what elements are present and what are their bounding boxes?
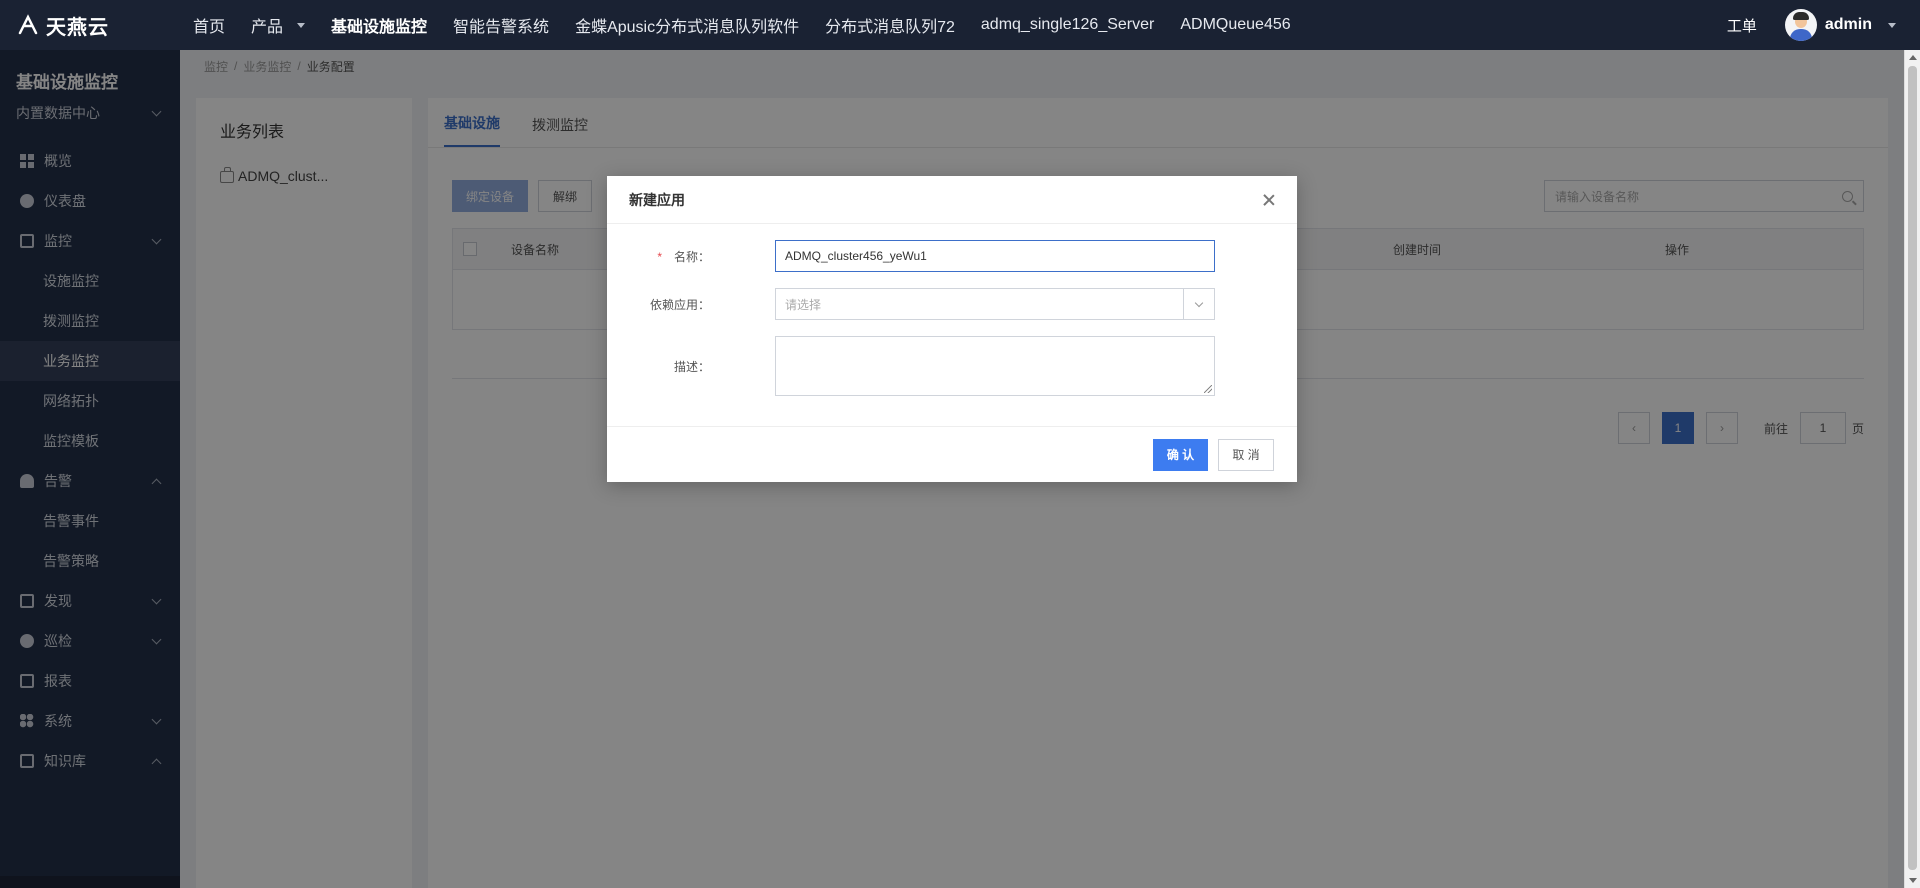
topnav-infra-monitor-label: 基础设施监控: [331, 19, 428, 36]
dialog-header: 新建应用: [607, 176, 1297, 224]
top-right-area: 工单 admin: [1727, 0, 1920, 50]
caret-down-icon: [1888, 22, 1896, 28]
top-navbar: 天燕云 首页 产品 基础设施监控 智能告警系统 金蝶Apusic分布式消息队列软…: [0, 0, 1920, 50]
logo-icon: [18, 14, 38, 35]
topnav-home-label: 首页: [193, 19, 226, 36]
dialog-title: 新建应用: [629, 191, 685, 208]
topnav-home[interactable]: 首页: [180, 0, 238, 50]
topnav-admqueue456[interactable]: ADMQueue456: [1167, 0, 1303, 50]
topnav-products[interactable]: 产品: [238, 0, 318, 50]
user-menu[interactable]: admin: [1784, 9, 1896, 41]
required-asterisk: *: [657, 249, 662, 264]
new-application-dialog: 新建应用 * 名称： 依赖应用： 请选择 描述： 确 认 取 消: [607, 176, 1297, 482]
form-row-dependency: 依赖应用： 请选择: [607, 288, 1297, 320]
form-row-description: 描述：: [607, 336, 1297, 396]
chevron-down-icon: [1183, 289, 1214, 319]
name-label: 名称：: [673, 249, 710, 264]
topnav-alert-system-label: 智能告警系统: [453, 19, 550, 36]
scroll-thumb[interactable]: [1908, 66, 1917, 870]
topnav-products-label: 产品: [251, 19, 284, 36]
form-row-name: * 名称：: [607, 240, 1297, 272]
topnav-infra-monitor[interactable]: 基础设施监控: [318, 0, 440, 50]
close-icon[interactable]: [1263, 194, 1275, 206]
top-nav-menu: 首页 产品 基础设施监控 智能告警系统 金蝶Apusic分布式消息队列软件 分布…: [180, 0, 1304, 50]
scroll-up-icon[interactable]: [1909, 55, 1917, 60]
dialog-footer: 确 认 取 消: [607, 426, 1297, 482]
resize-handle-icon[interactable]: [1204, 385, 1212, 393]
caret-down-icon: [297, 22, 306, 28]
description-label: 描述：: [673, 359, 710, 374]
cancel-button[interactable]: 取 消: [1218, 438, 1274, 471]
ticket-link[interactable]: 工单: [1727, 15, 1757, 36]
confirm-button[interactable]: 确 认: [1153, 438, 1208, 471]
topnav-apusic-mq-label: 金蝶Apusic分布式消息队列软件: [575, 19, 800, 36]
topnav-admq-single-label: admq_single126_Server: [980, 16, 1155, 33]
description-textarea[interactable]: [775, 336, 1215, 396]
dependency-label: 依赖应用：: [649, 297, 710, 312]
username: admin: [1824, 16, 1872, 33]
dependency-placeholder: 请选择: [785, 297, 822, 312]
topnav-alert-system[interactable]: 智能告警系统: [440, 0, 562, 50]
avatar: [1784, 9, 1817, 41]
topnav-admqueue456-label: ADMQueue456: [1180, 16, 1291, 33]
topnav-mq72-label: 分布式消息队列72: [825, 19, 955, 36]
name-input[interactable]: [775, 240, 1215, 272]
brand-name: 天燕云: [46, 16, 109, 39]
page-scrollbar[interactable]: [1904, 50, 1920, 888]
topnav-apusic-mq[interactable]: 金蝶Apusic分布式消息队列软件: [562, 0, 812, 50]
scroll-down-icon[interactable]: [1909, 878, 1917, 883]
topnav-admq-single[interactable]: admq_single126_Server: [968, 0, 1167, 50]
topnav-mq72[interactable]: 分布式消息队列72: [812, 0, 968, 50]
brand-logo[interactable]: 天燕云: [0, 0, 180, 50]
dependency-select[interactable]: 请选择: [775, 288, 1215, 320]
